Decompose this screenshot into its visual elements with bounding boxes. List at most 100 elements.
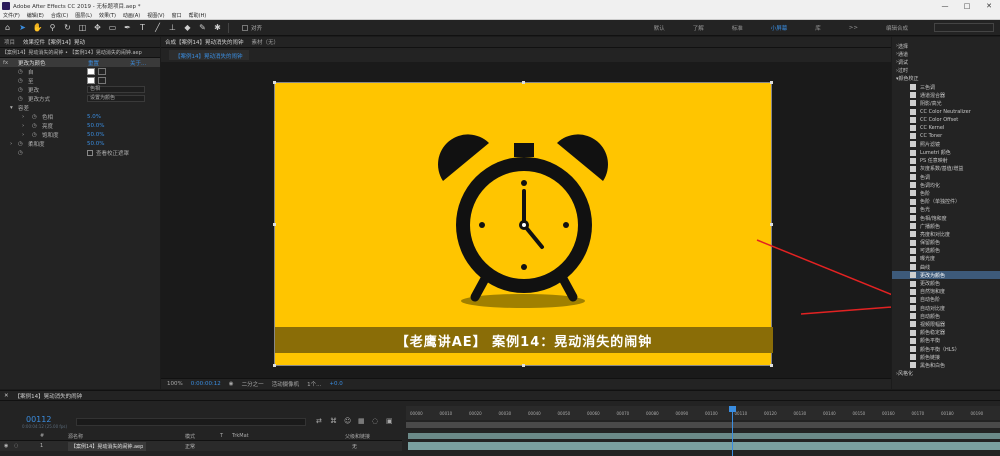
brush-tool-icon[interactable]: ╱ [152,22,163,33]
effects-list-item[interactable]: 色调 [892,173,1000,181]
composition-breadcrumb[interactable]: 【案例14】晃动消失的闹钟 [169,50,249,60]
lightness-value[interactable]: 50.0% [87,123,104,129]
effects-category[interactable]: › 选择 [892,42,1000,50]
home-icon[interactable]: ⌂ [2,22,13,33]
to-color-swatch[interactable] [87,77,95,84]
effects-list-item[interactable]: 色调均化 [892,181,1000,189]
effects-category[interactable]: ▾ 颜色校正 [892,75,1000,83]
change-select[interactable]: 色相 [87,86,145,93]
chevron-down-icon[interactable]: ▾ [10,105,13,111]
tab-project[interactable]: 项目 [4,38,15,46]
stopwatch-icon[interactable]: ◷ [18,96,23,102]
effects-category[interactable]: › 调试 [892,58,1000,66]
chevron-right-icon[interactable]: › [22,132,24,138]
workspace-more[interactable]: >> [849,25,858,31]
layer-name[interactable]: 【案例14】晃动消失的闹钟.aep [68,441,147,451]
tab-composition[interactable]: 合成【案例14】晃动消失的闹钟 [165,38,244,46]
chevron-right-icon[interactable]: › [22,123,24,129]
effects-list-item[interactable]: 色阶（单独控件） [892,198,1000,206]
workspace-small-screen[interactable]: 小屏幕 [771,24,788,32]
snap-checkbox[interactable] [242,24,248,31]
saturation-value[interactable]: 50.0% [87,132,104,138]
workspace-learn[interactable]: 了解 [693,24,704,32]
effects-category[interactable]: › 通道 [892,50,1000,58]
zoom-tool-icon[interactable]: ⚲ [47,22,58,33]
camera-snapshot-icon[interactable]: ◉ [229,381,234,387]
effect-about-link[interactable]: 关于... [130,59,146,67]
views-select[interactable]: 1个... [307,380,321,388]
layer-parent-select[interactable]: 无 [352,443,357,450]
effects-list-item[interactable]: 照片滤镜 [892,140,1000,148]
visibility-eye-icon[interactable]: ◉ [4,443,8,449]
shy-layers-icon[interactable]: ☺ [344,417,354,426]
stopwatch-icon[interactable]: ◷ [32,132,37,138]
help-search-input[interactable] [934,23,994,32]
effects-list-item[interactable]: 色阶 [892,189,1000,197]
puppet-tool-icon[interactable]: ✱ [212,22,223,33]
motion-blur-icon[interactable]: ◌ [372,417,382,426]
text-tool-icon[interactable]: T [137,22,148,33]
timeline-search-input[interactable] [76,418,306,426]
menu-layer[interactable]: 图层(L) [75,12,92,19]
effect-reset-link[interactable]: 重置 [88,59,99,67]
workspace-default[interactable]: 默认 [654,24,665,32]
effects-list-item[interactable]: 自动颜色 [892,312,1000,320]
layer-duration-bar[interactable] [408,442,1000,450]
anchor-tool-icon[interactable]: ✥ [92,22,103,33]
effects-list-item[interactable]: 颜色平衡 [892,337,1000,345]
audio-icon[interactable]: ◌ [14,443,18,449]
param-tolerance-group[interactable]: ▾ 容差 [0,103,160,112]
effects-list-item[interactable]: CC Color Neutralizer [892,108,1000,116]
hue-value[interactable]: 5.0% [87,114,101,120]
effects-list-item[interactable]: Lumetri 颜色 [892,148,1000,156]
stopwatch-icon[interactable]: ◷ [18,141,23,147]
magnification-select[interactable]: 100% [167,381,183,387]
time-ruler[interactable]: 00000 00010 00020 00030 00040 00050 00060 00070… [406,406,1000,420]
effects-list-item[interactable]: 更改颜色 [892,279,1000,287]
menu-effect[interactable]: 效果(T) [99,12,116,19]
softness-value[interactable]: 50.0% [87,141,104,147]
effects-list-item[interactable]: 曲线 [892,263,1000,271]
effects-category[interactable]: › 风格化 [892,370,1000,378]
effects-list-item[interactable]: CC Color Offset [892,116,1000,124]
change-by-select[interactable]: 设置为颜色 [87,95,145,102]
workspace-edit-comp[interactable]: 编辑合成 [886,24,908,32]
stopwatch-icon[interactable]: ◷ [32,114,37,120]
maximize-button[interactable]: □ [956,2,978,10]
effects-list-item[interactable]: 颜色链接 [892,353,1000,361]
rotate-tool-icon[interactable]: ↻ [62,22,73,33]
layer-mode-select[interactable]: 正常 [185,443,195,450]
eyedropper-icon[interactable] [98,68,106,75]
timeline-tab[interactable]: ✕ 【案例14】晃动消失的闹钟 [0,391,1000,401]
effects-list-item[interactable]: CC Toner [892,132,1000,140]
menu-file[interactable]: 文件(F) [3,12,20,19]
tab-footage[interactable]: 素材（无） [252,38,280,46]
graph-editor-icon[interactable]: ▣ [386,417,396,426]
stopwatch-icon[interactable]: ◷ [32,123,37,129]
draft-3d-icon[interactable]: ⌘ [330,417,340,426]
effects-list-item[interactable]: 广播颜色 [892,222,1000,230]
pen-tool-icon[interactable]: ✒ [122,22,133,33]
hand-tool-icon[interactable]: ✋ [32,22,43,33]
minimize-button[interactable]: — [934,2,956,10]
effects-list-item[interactable]: 自动色阶 [892,296,1000,304]
close-icon[interactable]: ✕ [4,393,9,399]
clone-stamp-tool-icon[interactable]: ⊥ [167,22,178,33]
eraser-tool-icon[interactable]: ◆ [182,22,193,33]
close-button[interactable]: ✕ [978,2,1000,10]
effects-list-item[interactable]: 色光 [892,206,1000,214]
effect-row-change-to-color[interactable]: fx 更改为颜色 重置 关于... [0,58,160,67]
from-color-swatch[interactable] [87,68,95,75]
workspace-standard[interactable]: 标准 [732,24,743,32]
layer-duration-bar-top[interactable] [408,433,1000,439]
effects-list-item[interactable]: 视频限幅器 [892,320,1000,328]
eyedropper-icon[interactable] [98,77,106,84]
effects-category[interactable]: › 过时 [892,67,1000,75]
effects-list-item[interactable]: 阴影/高光 [892,99,1000,107]
menu-edit[interactable]: 编辑(E) [27,12,44,19]
effects-list-item[interactable]: 亮度和对比度 [892,230,1000,238]
menu-composition[interactable]: 合成(C) [51,12,68,19]
chevron-right-icon[interactable]: › [10,141,12,147]
effects-list-item[interactable]: PS 任意映射 [892,157,1000,165]
camera-tool-icon[interactable]: ◫ [77,22,88,33]
